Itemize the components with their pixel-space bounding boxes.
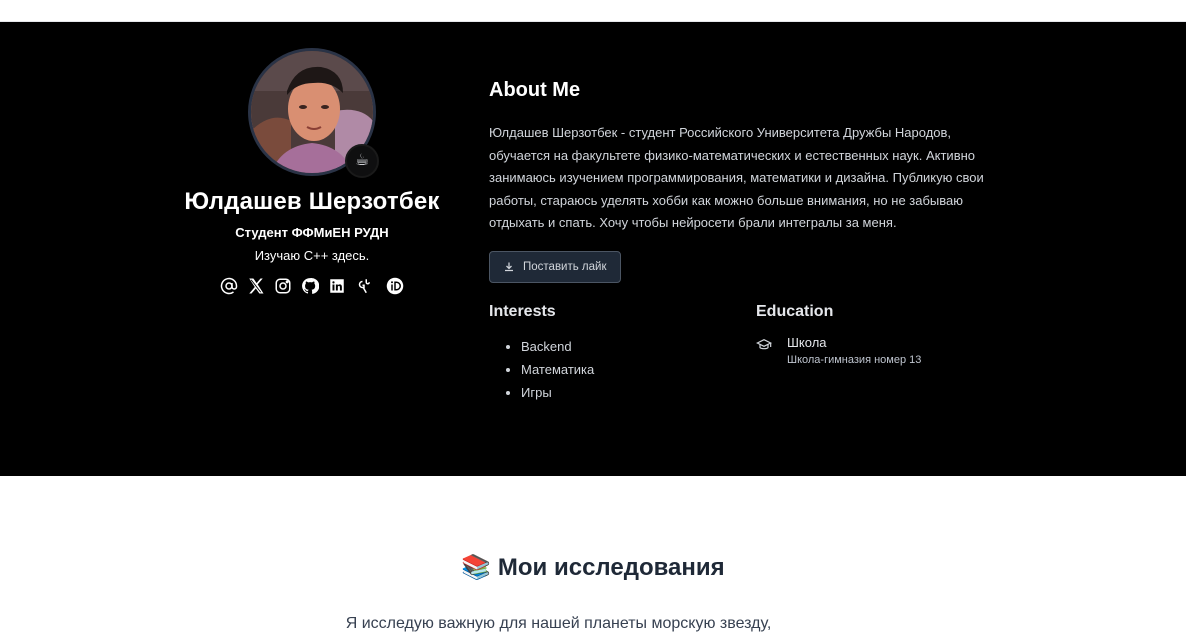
email-icon[interactable] xyxy=(220,277,238,295)
list-item: Backend xyxy=(521,335,749,358)
research-intro: Я исследую важную для нашей планеты морс… xyxy=(345,615,772,632)
avatar-container: ☕ xyxy=(248,48,379,178)
interests-title: Interests xyxy=(489,303,556,320)
profile-role: Студент ФФМиЕН РУДН xyxy=(235,225,389,240)
list-item: Игры xyxy=(521,381,749,404)
research-section: 📚 Мои исследования Я исследую важную для… xyxy=(0,476,1186,642)
x-twitter-icon[interactable] xyxy=(247,277,265,295)
education-description: Школа-гимназия номер 13 xyxy=(787,354,922,366)
education-school: Школа xyxy=(787,335,827,350)
about-section: About Me Юлдашев Шерзотбек - студент Рос… xyxy=(489,22,1009,283)
instagram-icon[interactable] xyxy=(274,277,292,295)
download-icon xyxy=(505,262,513,271)
about-title: About Me xyxy=(489,79,581,101)
interests-list: Backend Математика Игры xyxy=(489,335,749,404)
researchgate-icon[interactable] xyxy=(355,277,373,295)
list-item: Математика xyxy=(521,358,749,381)
books-emoji: 📚 xyxy=(461,554,492,581)
profile-card: ☕ Юлдашев Шерзотбек Студент ФФМиЕН РУДН … xyxy=(170,22,454,295)
education-item: Школа Школа-гимназия номер 13 xyxy=(756,335,1016,366)
github-icon[interactable] xyxy=(301,277,319,295)
about-text: Юлдашев Шерзотбек - студент Российского … xyxy=(489,125,984,230)
profile-tagline: Изучаю C++ здесь. xyxy=(254,248,370,263)
education-section: Education Школа Школа-гимназия номер 13 xyxy=(756,303,1016,366)
orcid-icon[interactable] xyxy=(386,277,404,295)
coffee-emoji-badge: ☕ xyxy=(345,144,379,178)
top-navbar xyxy=(0,0,1186,22)
linkedin-icon[interactable] xyxy=(328,277,346,295)
like-button-label: Поставить лайк xyxy=(523,260,607,273)
education-title: Education xyxy=(756,303,834,320)
social-links xyxy=(170,277,454,295)
like-button[interactable]: Поставить лайк xyxy=(489,250,621,283)
interests-section: Interests Backend Математика Игры xyxy=(489,303,749,404)
research-title-text: Мои исследования xyxy=(497,554,725,581)
graduation-cap-icon xyxy=(756,338,772,350)
profile-name: Юлдашев Шерзотбек xyxy=(184,188,440,215)
hero-section: ☕ Юлдашев Шерзотбек Студент ФФМиЕН РУДН … xyxy=(0,22,1186,476)
research-title: 📚 Мои исследования xyxy=(0,553,1186,582)
